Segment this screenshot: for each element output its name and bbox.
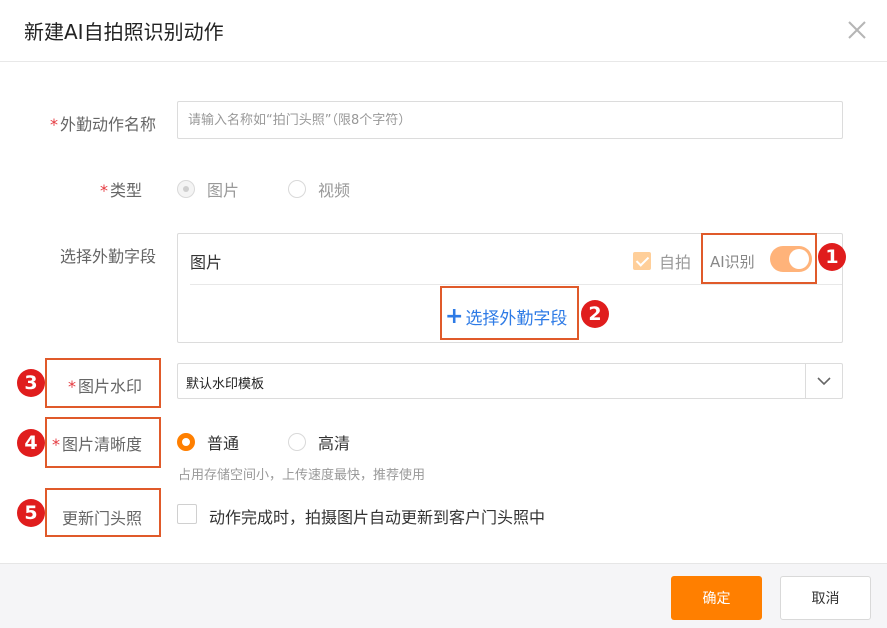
watermark-select[interactable]: 默认水印模板 bbox=[177, 363, 843, 399]
confirm-button[interactable]: 确定 bbox=[671, 576, 762, 620]
dialog-footer: 确定 取消 bbox=[0, 563, 887, 628]
required-mark: * bbox=[49, 115, 58, 134]
update-photo-checkbox-label: 动作完成时，拍摄图片自动更新到客户门头照中 bbox=[209, 508, 546, 527]
required-mark: * bbox=[99, 181, 108, 200]
annotation-badge: 1 bbox=[818, 243, 846, 271]
annotation-badge: 2 bbox=[581, 300, 609, 328]
annotation-box-clarity bbox=[45, 417, 161, 468]
close-icon[interactable] bbox=[845, 18, 869, 42]
radio-dot bbox=[288, 433, 306, 451]
type-radio-video[interactable]: 视频 bbox=[288, 177, 350, 201]
annotation-badge: 5 bbox=[17, 499, 45, 527]
annotation-box-update-photo bbox=[45, 488, 161, 537]
selfie-checkbox[interactable]: 自拍 bbox=[633, 249, 691, 273]
radio-dot bbox=[177, 433, 195, 451]
annotation-box-add-field bbox=[440, 286, 579, 340]
name-input[interactable] bbox=[177, 101, 843, 139]
name-label: * 外勤动作名称 bbox=[49, 115, 156, 134]
radio-dot bbox=[288, 180, 306, 198]
fields-label: 选择外勤字段 bbox=[59, 247, 156, 266]
annotation-badge: 4 bbox=[17, 429, 45, 457]
annotation-box-watermark bbox=[45, 358, 161, 408]
chevron-down-icon[interactable] bbox=[805, 364, 842, 398]
field-name: 图片 bbox=[190, 253, 223, 272]
divider bbox=[190, 284, 842, 285]
radio-dot bbox=[177, 180, 195, 198]
cancel-button[interactable]: 取消 bbox=[780, 576, 871, 620]
dialog-title: 新建AI自拍照识别动作 bbox=[24, 20, 224, 44]
clarity-radio-hd[interactable]: 高清 bbox=[288, 430, 350, 454]
clarity-hint: 占用存储空间小，上传速度最快，推荐使用 bbox=[178, 468, 426, 483]
annotation-badge: 3 bbox=[17, 369, 45, 397]
annotation-box-ai-toggle bbox=[701, 233, 817, 284]
update-photo-checkbox[interactable] bbox=[177, 504, 197, 524]
type-radio-image[interactable]: 图片 bbox=[177, 177, 239, 201]
clarity-radio-normal[interactable]: 普通 bbox=[177, 430, 239, 454]
checkbox-checked-icon bbox=[633, 252, 651, 270]
watermark-value: 默认水印模板 bbox=[186, 377, 265, 392]
type-label: * 类型 bbox=[99, 181, 142, 200]
dialog-header: 新建AI自拍照识别动作 bbox=[0, 0, 887, 62]
